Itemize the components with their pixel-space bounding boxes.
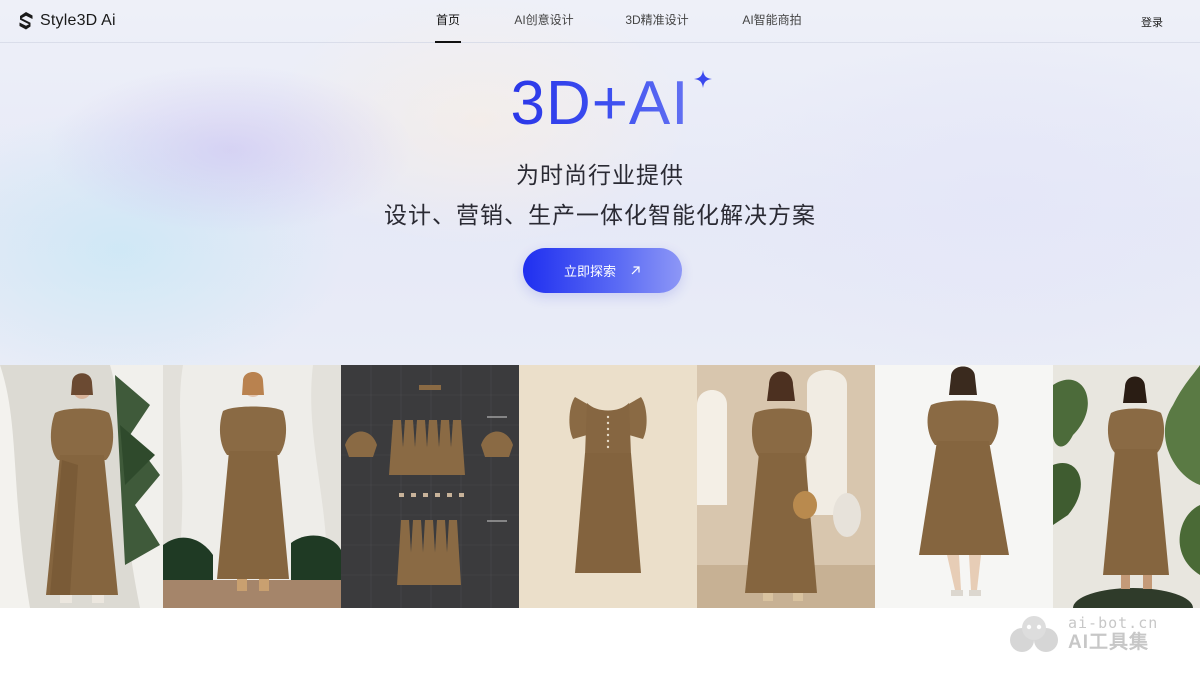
logo-text: Style3D Ai bbox=[40, 12, 116, 29]
top-navigation-bar: Style3D Ai 首页 AI创意设计 3D精准设计 AI智能商拍 登录 bbox=[0, 0, 1200, 43]
model-outdoor-image bbox=[0, 365, 163, 608]
logo[interactable]: Style3D Ai bbox=[18, 11, 116, 31]
watermark-url: ai-bot.cn bbox=[1068, 614, 1159, 632]
nav-item-label: 首页 bbox=[435, 13, 460, 27]
model-white-background-image bbox=[875, 365, 1053, 608]
gallery-image-model-plants[interactable] bbox=[1053, 365, 1200, 608]
hero-headline: 3D+AI bbox=[0, 68, 1200, 140]
gallery-image-model-arched-window[interactable] bbox=[697, 365, 875, 608]
gallery-strip bbox=[0, 365, 1200, 608]
nav-item-ai-smart-photoshoot[interactable]: AI智能商拍 bbox=[740, 0, 804, 43]
nav-item-home[interactable]: 首页 bbox=[435, 0, 461, 43]
gallery-image-model-white-background[interactable] bbox=[875, 365, 1053, 608]
nav-item-ai-creative-design[interactable]: AI创意设计 bbox=[514, 0, 574, 43]
nav-item-label: AI创意设计 bbox=[514, 13, 574, 27]
nav-item-label: 3D精准设计 bbox=[625, 13, 689, 27]
gallery-image-pattern-pieces[interactable] bbox=[341, 365, 519, 608]
model-arched-window-image bbox=[697, 365, 875, 608]
dress-render-image bbox=[519, 365, 697, 608]
explore-now-label: 立即探索 bbox=[563, 264, 616, 279]
hero-headline-text: 3D+AI bbox=[510, 69, 690, 138]
hero-subtitle-line-1: 为时尚行业提供 bbox=[516, 162, 684, 188]
model-white-studio-image bbox=[163, 365, 341, 608]
hero-section: Style3D Ai 首页 AI创意设计 3D精准设计 AI智能商拍 登录 3D… bbox=[0, 0, 1200, 365]
model-plants-image bbox=[1053, 365, 1200, 608]
nav-item-label: AI智能商拍 bbox=[742, 13, 802, 27]
sparkle-icon bbox=[694, 70, 712, 88]
nav-item-3d-precise-design[interactable]: 3D精准设计 bbox=[624, 0, 690, 43]
login-button[interactable]: 登录 bbox=[1141, 14, 1163, 30]
watermark: ai-bot.cn AI工具集 bbox=[1008, 614, 1158, 654]
pattern-pieces-image bbox=[341, 365, 519, 608]
arrow-up-right-icon bbox=[631, 266, 640, 275]
watermark-text: ai-bot.cn AI工具集 bbox=[1068, 614, 1159, 653]
hero-subtitle-line-2: 设计、营销、生产一体化智能化解决方案 bbox=[384, 202, 816, 228]
robot-logo-icon bbox=[1010, 616, 1058, 652]
active-tab-indicator bbox=[435, 41, 461, 43]
style3d-logo-icon bbox=[19, 12, 33, 30]
watermark-name: AI工具集 bbox=[1068, 632, 1150, 653]
gallery-image-model-white-studio[interactable] bbox=[163, 365, 341, 608]
gallery-image-dress-render[interactable] bbox=[519, 365, 697, 608]
explore-now-button[interactable]: 立即探索 bbox=[523, 248, 682, 293]
gallery-image-model-outdoor[interactable] bbox=[0, 365, 163, 608]
